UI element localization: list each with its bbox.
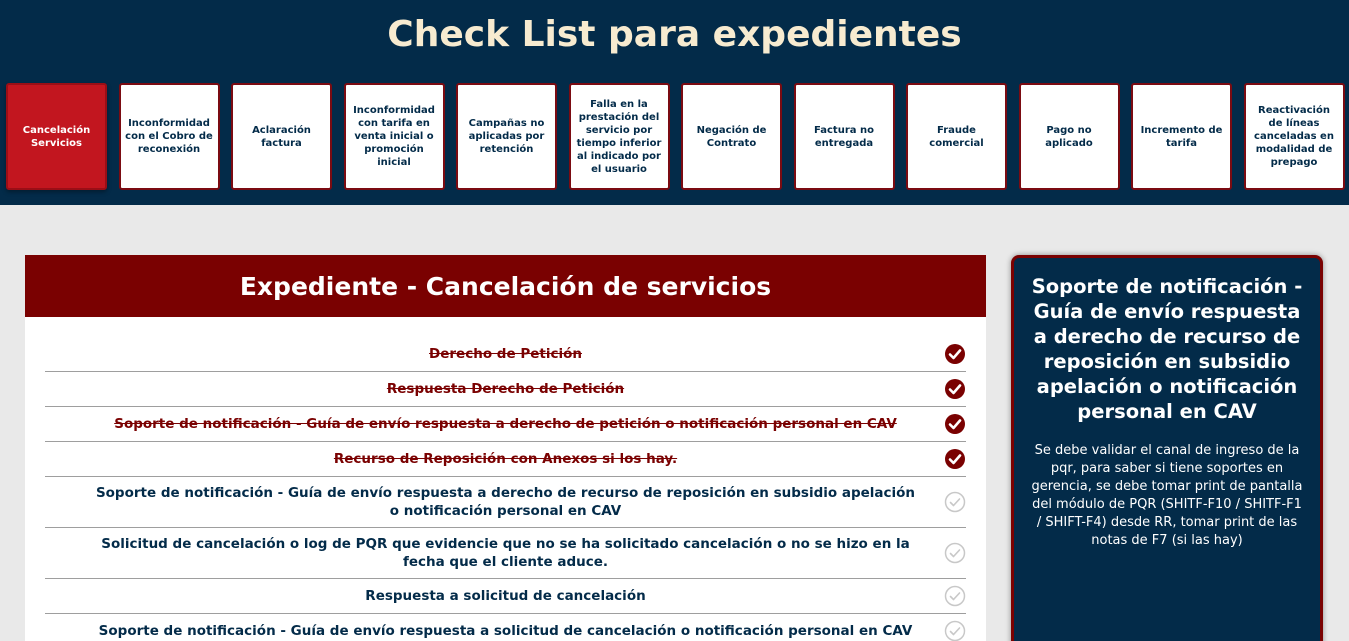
category-button-pago-no-aplicado[interactable]: Pago no aplicado [1018, 83, 1120, 190]
check-circle-outline-icon[interactable] [944, 491, 966, 513]
checklist-item-text: Soporte de notificación - Guía de envío … [98, 623, 913, 639]
info-panel: Soporte de notificación - Guía de envío … [1011, 255, 1323, 641]
checklist-item-text: Derecho de Petición [429, 346, 582, 362]
info-panel-body: Se debe validar el canal de ingreso de l… [1031, 443, 1303, 548]
checklist: Derecho de Petición Respuesta Derecho de… [45, 337, 966, 641]
category-button-incremento-tarifa[interactable]: Incremento de tarifa [1131, 83, 1232, 190]
category-button-factura-no-entregada[interactable]: Factura no entregada [793, 83, 895, 190]
checklist-item-text: Soporte de notificación - Guía de envío … [95, 485, 916, 519]
checklist-item-text: Solicitud de cancelación o log de PQR qu… [101, 536, 910, 570]
info-panel-title: Soporte de notificación - Guía de envío … [1031, 275, 1303, 423]
category-button-cancelacion-servicios[interactable]: Cancelación Servicios [6, 83, 107, 190]
checklist-item-text: Soporte de notificación - Guía de envío … [114, 416, 897, 432]
checklist-row[interactable]: Respuesta a solicitud de cancelación [45, 579, 966, 614]
top-header: Check List para expedientes Cancelación … [0, 0, 1349, 205]
checklist-row[interactable]: Soporte de notificación - Guía de envío … [45, 477, 966, 528]
category-button-fraude-comercial[interactable]: Fraude comercial [906, 83, 1007, 190]
check-circle-filled-icon[interactable] [944, 413, 966, 435]
page-title: Check List para expedientes [387, 14, 962, 55]
expediente-card: Expediente - Cancelación de servicios De… [25, 255, 986, 641]
checklist-row[interactable]: Recurso de Reposición con Anexos si los … [45, 442, 966, 477]
checklist-item-text: Recurso de Reposición con Anexos si los … [333, 451, 678, 467]
checklist-row[interactable]: Derecho de Petición [45, 337, 966, 372]
check-circle-filled-icon[interactable] [944, 378, 966, 400]
category-button-inconformidad-cobro-reconexion[interactable]: Inconformidad con el Cobro de reconexión [118, 83, 220, 190]
category-nav: Cancelación Servicios Inconformidad con … [6, 83, 1345, 190]
check-circle-outline-icon[interactable] [944, 542, 966, 564]
category-button-aclaracion-factura[interactable]: Aclaración factura [231, 83, 332, 190]
checklist-row[interactable]: Solicitud de cancelación o log de PQR qu… [45, 528, 966, 579]
category-button-reactivacion-lineas[interactable]: Reactivación de líneas canceladas en mod… [1243, 83, 1345, 190]
check-circle-filled-icon[interactable] [944, 448, 966, 470]
check-circle-outline-icon[interactable] [944, 585, 966, 607]
check-circle-outline-icon[interactable] [944, 620, 966, 641]
checklist-item-text: Respuesta Derecho de Petición [386, 381, 625, 397]
category-button-inconformidad-tarifa[interactable]: Inconformidad con tarifa en venta inicia… [343, 83, 445, 190]
checklist-row[interactable]: Soporte de notificación - Guía de envío … [45, 407, 966, 442]
checklist-item-text: Respuesta a solicitud de cancelación [365, 588, 646, 604]
category-button-falla-prestacion[interactable]: Falla en la prestación del servicio por … [568, 83, 670, 190]
checklist-row[interactable]: Respuesta Derecho de Petición [45, 372, 966, 407]
check-circle-filled-icon[interactable] [944, 343, 966, 365]
checklist-row[interactable]: Soporte de notificación - Guía de envío … [45, 614, 966, 641]
expediente-title: Expediente - Cancelación de servicios [25, 255, 986, 317]
category-button-negacion-contrato[interactable]: Negación de Contrato [681, 83, 782, 190]
category-button-campanas-no-aplicadas[interactable]: Campañas no aplicadas por retención [456, 83, 557, 190]
